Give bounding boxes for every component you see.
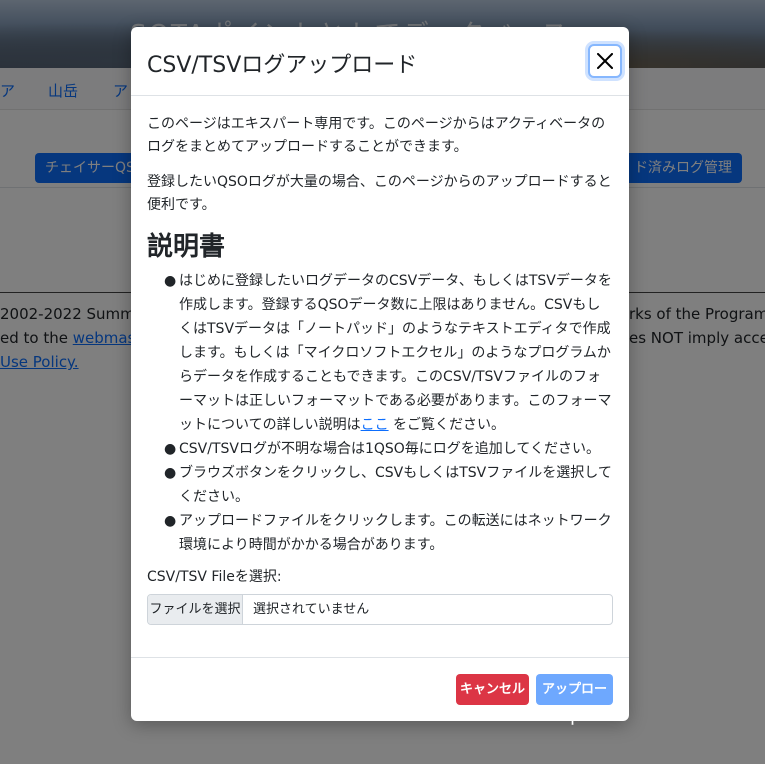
modal-title: CSV/TSVログアップロード [147,53,418,78]
instruction-step-1: ● はじめに登録したいログデータのCSVデータ、もしくはTSVデータを作成します… [147,269,613,437]
bullet-icon: ● [164,513,177,529]
bullet-icon: ● [164,273,177,289]
modal-footer: キャンセル アップロード [131,657,629,728]
modal-header: CSV/TSVログアップロード [131,27,629,96]
upload-button[interactable]: アップロード [536,674,613,728]
instructions-heading: 説明書 [147,232,226,262]
instruction-step-3: ● ブラウズボタンをクリックし、CSVもしくはTSVファイルを選択してください。 [147,461,613,509]
bullet-icon: ● [164,441,177,457]
file-select-label: CSV/TSV Fileを選択: [147,569,282,585]
close-icon [597,53,613,69]
step-2-text: CSV/TSVログが不明な場合は1QSO毎にログを追加してください。 [179,441,600,457]
step-1-text: はじめに登録したいログデータのCSVデータ、もしくはTSVデータを作成します。登… [179,273,612,433]
intro-paragraph: このページはエキスパート専用です。このページからはアクティベータのログをまとめて… [147,116,606,155]
step-1-suffix: をご覧ください。 [388,417,506,433]
choose-file-button[interactable]: ファイルを選択 [148,595,243,624]
instruction-step-4: ● アップロードファイルをクリックします。この転送にはネットワーク環境により時間… [147,509,613,557]
bullet-icon: ● [164,465,177,481]
file-input[interactable]: ファイルを選択 選択されていません [147,594,613,625]
cancel-button[interactable]: キャンセル [456,674,529,705]
upload-modal: CSV/TSVログアップロード このページはエキスパート専用です。このページから… [131,27,629,728]
step-4-text: アップロードファイルをクリックします。この転送にはネットワーク環境により時間がか… [179,513,612,553]
format-help-link[interactable]: ここ [361,417,389,433]
bulk-paragraph: 登録したいQSOログが大量の場合、このページからのアップロードすると便利です。 [147,174,612,213]
step-3-text: ブラウズボタンをクリックし、CSVもしくはTSVファイルを選択してください。 [179,465,612,505]
modal-body: このページはエキスパート専用です。このページからはアクティベータのログをまとめて… [147,113,613,557]
file-status: 選択されていません [253,602,370,617]
instructions-list: ● はじめに登録したいログデータのCSVデータ、もしくはTSVデータを作成します… [147,269,613,557]
instruction-step-2: ● CSV/TSVログが不明な場合は1QSO毎にログを追加してください。 [147,437,613,461]
close-button[interactable] [588,44,622,78]
